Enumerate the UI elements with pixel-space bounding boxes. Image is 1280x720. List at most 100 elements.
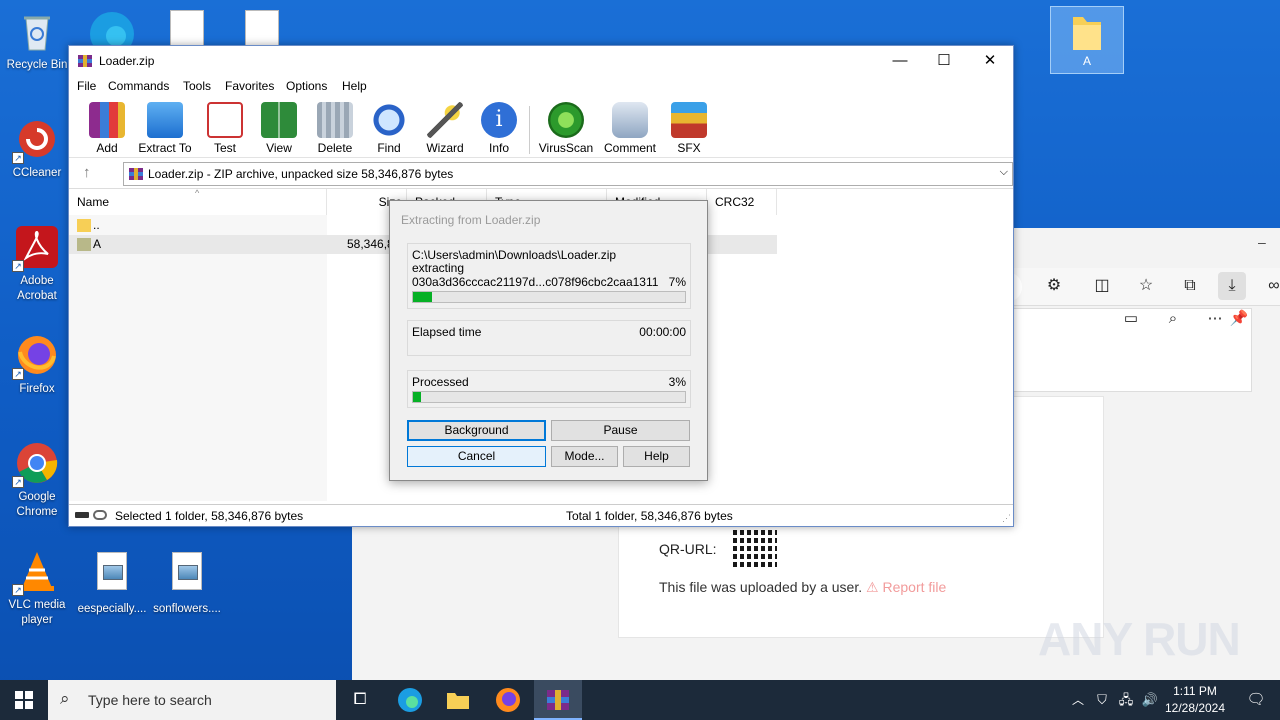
favorites-icon[interactable]: ☆ xyxy=(1132,272,1160,300)
desktop-icon-ccleaner[interactable]: ↗ CCleaner xyxy=(2,116,72,181)
show-hidden-icons-chevron[interactable]: ︿ xyxy=(1066,680,1090,720)
archive-path-field[interactable]: Loader.zip - ZIP archive, unpacked size … xyxy=(123,162,1013,186)
desktop-icon-vlc[interactable]: ↗ VLC media player xyxy=(2,548,72,628)
add-archive-icon xyxy=(89,102,125,138)
image-file-icon[interactable] xyxy=(245,10,279,46)
desktop-icon-label: CCleaner xyxy=(12,167,62,179)
parent-folder-icon xyxy=(77,219,91,232)
window-title: Loader.zip xyxy=(99,54,155,68)
zip-archive-icon xyxy=(129,168,143,180)
volume-icon[interactable]: 🔊 xyxy=(1138,680,1162,720)
key-icon xyxy=(93,510,107,520)
comment-button[interactable]: Comment xyxy=(601,102,659,155)
desktop-icon-recycle-bin[interactable]: Recycle Bin xyxy=(2,8,72,73)
action-label: extracting xyxy=(412,261,465,275)
menu-file[interactable]: File xyxy=(77,79,96,93)
background-button[interactable]: Background xyxy=(407,420,546,441)
view-book-icon xyxy=(261,102,297,138)
taskbar-search-box[interactable]: ⌕ Type here to search xyxy=(48,680,336,720)
file-percent: 7% xyxy=(668,275,686,289)
test-button[interactable]: Test xyxy=(205,102,245,155)
extract-to-button[interactable]: Extract To xyxy=(137,102,193,155)
archive-path: C:\Users\admin\Downloads\Loader.zip xyxy=(412,248,617,262)
mode-button[interactable]: Mode... xyxy=(551,446,618,467)
up-arrow-icon[interactable]: ↑ xyxy=(83,164,91,181)
upload-note: This file was uploaded by a user. xyxy=(659,579,863,595)
task-view-icon[interactable]: ⧠ xyxy=(336,680,384,720)
tray-app-icon[interactable]: ⛉ xyxy=(1090,680,1114,720)
edge-taskbar-icon[interactable] xyxy=(386,680,434,720)
title-bar: Loader.zip — ☐ ✕ xyxy=(69,46,1013,76)
extract-folder-icon xyxy=(147,102,183,138)
maximize-button[interactable]: ☐ xyxy=(921,46,967,76)
sort-arrow-icon: ^ xyxy=(195,188,200,198)
close-button[interactable]: ✕ xyxy=(967,46,1013,76)
search-icon: ⌕ xyxy=(60,689,70,708)
desktop-icon-label: sonflowers.... xyxy=(153,603,221,615)
desktop-icon-file[interactable]: sonflowers.... xyxy=(152,548,222,617)
desktop-icon-chrome[interactable]: ↗ Google Chrome xyxy=(2,440,72,520)
firefox-taskbar-icon[interactable] xyxy=(484,680,532,720)
browser-minimize-button[interactable]: – xyxy=(1258,234,1266,250)
collections-icon[interactable]: ⧉ xyxy=(1176,272,1204,300)
pause-button[interactable]: Pause xyxy=(551,420,690,441)
report-file-link[interactable]: Report file xyxy=(882,579,946,595)
extensions-icon[interactable]: ⚙ xyxy=(1040,272,1068,300)
desktop-icon-adobe-acrobat[interactable]: ↗ Adobe Acrobat xyxy=(2,224,72,304)
downloads-panel: ▭ ⌕ ⋯ 📌 xyxy=(1012,308,1252,392)
shortcut-arrow-icon: ↗ xyxy=(12,584,24,596)
image-file-icon xyxy=(164,552,210,598)
edge-desktop-icon[interactable] xyxy=(88,6,136,56)
add-button[interactable]: Add xyxy=(87,102,127,155)
file-explorer-icon[interactable] xyxy=(434,680,482,720)
column-name[interactable]: Name ^ xyxy=(69,188,327,215)
desktop-icon-folder-a[interactable]: A xyxy=(1050,6,1124,74)
column-crc32[interactable]: CRC32 xyxy=(707,189,777,215)
notifications-icon[interactable]: 🗨 xyxy=(1232,680,1280,720)
shortcut-arrow-icon: ↗ xyxy=(12,368,24,380)
split-screen-icon[interactable]: ◫ xyxy=(1088,272,1116,300)
menu-options[interactable]: Options xyxy=(286,79,327,93)
chevron-down-icon[interactable]: ⌵ xyxy=(1000,166,1008,179)
desktop-icon-firefox[interactable]: ↗ Firefox xyxy=(2,332,72,397)
downloads-icon[interactable]: ⤓ xyxy=(1218,272,1246,300)
vlc-icon: ↗ xyxy=(12,548,60,596)
name-column-shade xyxy=(69,215,327,501)
pin-icon[interactable]: 📌 xyxy=(1225,305,1253,333)
ccleaner-icon: ↗ xyxy=(12,116,60,164)
image-file-icon[interactable] xyxy=(170,10,204,46)
help-button[interactable]: Help xyxy=(623,446,690,467)
start-button[interactable] xyxy=(0,680,48,720)
info-button[interactable]: i Info xyxy=(479,102,519,155)
minimize-button[interactable]: — xyxy=(877,46,923,76)
current-file: 030a3d36cccac21197d...c078f96cbc2caa1311 xyxy=(412,275,659,289)
winrar-taskbar-icon[interactable] xyxy=(534,680,582,720)
network-icon[interactable]: 🖧 xyxy=(1114,680,1138,720)
cancel-button[interactable]: Cancel xyxy=(407,446,546,467)
folder-icon xyxy=(77,238,91,251)
toolbar-separator xyxy=(529,106,530,154)
sfx-button[interactable]: SFX xyxy=(667,102,711,155)
processed-group: Processed 3% xyxy=(407,370,691,408)
qr-code-image xyxy=(733,523,777,567)
status-selected: Selected 1 folder, 58,346,876 bytes xyxy=(115,509,304,523)
menu-help[interactable]: Help xyxy=(342,79,367,93)
elapsed-value: 00:00:00 xyxy=(639,325,686,339)
drive-icon xyxy=(75,512,89,518)
menu-favorites[interactable]: Favorites xyxy=(225,79,274,93)
resize-grip-icon[interactable]: ⋰ xyxy=(1002,513,1011,524)
wizard-button[interactable]: Wizard xyxy=(423,102,467,155)
clock[interactable]: 1:11 PM 12/28/2024 xyxy=(1162,683,1228,717)
menu-commands[interactable]: Commands xyxy=(108,79,169,93)
open-folder-icon[interactable]: ▭ xyxy=(1117,305,1145,333)
delete-button[interactable]: Delete xyxy=(313,102,357,155)
view-button[interactable]: View xyxy=(257,102,301,155)
desktop-icon-file[interactable]: eespecially.... xyxy=(77,548,147,617)
more-icon[interactable]: ∞ xyxy=(1260,272,1280,300)
menu-tools[interactable]: Tools xyxy=(183,79,211,93)
sfx-archive-icon xyxy=(671,102,707,138)
find-button[interactable]: Find xyxy=(369,102,409,155)
search-icon[interactable]: ⌕ xyxy=(1159,305,1187,333)
magnifier-icon xyxy=(371,102,407,138)
virusscan-button[interactable]: VirusScan xyxy=(537,102,595,155)
